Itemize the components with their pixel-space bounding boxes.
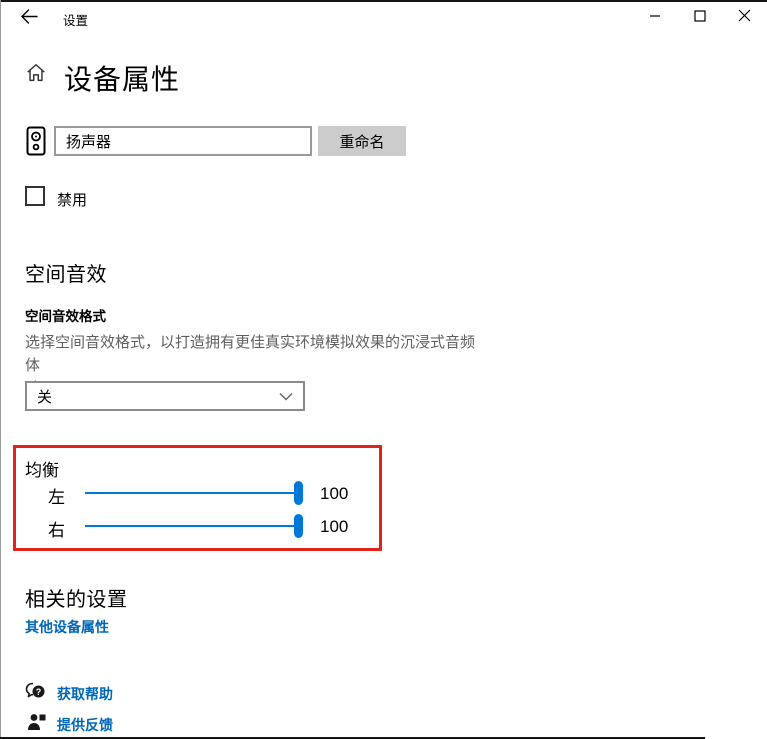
spatial-sound-heading: 空间音效 xyxy=(25,258,107,287)
spatial-format-label: 空间音效格式 xyxy=(25,305,106,325)
balance-right-slider-track[interactable] xyxy=(85,525,302,527)
back-button[interactable] xyxy=(14,6,44,32)
back-arrow-icon xyxy=(21,9,38,29)
spatial-format-selected-value: 关 xyxy=(27,386,279,407)
window-title: 设置 xyxy=(63,10,88,29)
minimize-icon xyxy=(649,9,661,27)
window-left-edge xyxy=(0,0,1,739)
get-help-icon: ? xyxy=(25,682,47,706)
close-icon xyxy=(738,9,751,27)
maximize-icon xyxy=(694,9,706,27)
balance-heading: 均衡 xyxy=(25,456,59,481)
feedback-link[interactable]: 提供反馈 xyxy=(57,715,113,735)
chevron-down-icon xyxy=(279,392,303,401)
settings-window: 设置 设备属性 重命名 禁用 空间音效 空间音效格式 选择空间音效格式，以打造拥… xyxy=(0,0,767,739)
rename-button[interactable]: 重命名 xyxy=(318,126,406,156)
page-title: 设备属性 xyxy=(64,58,180,98)
disable-checkbox-label: 禁用 xyxy=(57,189,87,210)
related-settings-heading: 相关的设置 xyxy=(25,583,128,612)
spatial-format-dropdown[interactable]: 关 xyxy=(25,381,305,411)
home-icon xyxy=(25,62,47,89)
additional-device-properties-link[interactable]: 其他设备属性 xyxy=(25,617,109,637)
close-button[interactable] xyxy=(722,2,767,33)
device-name-input[interactable] xyxy=(54,126,312,156)
balance-right-label: 右 xyxy=(48,516,65,541)
disable-checkbox[interactable] xyxy=(25,186,45,206)
maximize-button[interactable] xyxy=(677,2,722,33)
speaker-icon xyxy=(26,126,46,161)
balance-left-slider-thumb[interactable] xyxy=(294,481,303,505)
feedback-icon xyxy=(27,713,46,736)
balance-right-slider-thumb[interactable] xyxy=(294,514,303,538)
window-controls xyxy=(632,2,767,33)
balance-right-value: 100 xyxy=(320,517,348,537)
balance-left-label: 左 xyxy=(48,483,65,508)
balance-left-value: 100 xyxy=(320,484,348,504)
balance-left-slider-track[interactable] xyxy=(85,492,302,494)
minimize-button[interactable] xyxy=(632,2,677,33)
get-help-link[interactable]: 获取帮助 xyxy=(57,684,113,704)
svg-text:?: ? xyxy=(36,687,42,697)
